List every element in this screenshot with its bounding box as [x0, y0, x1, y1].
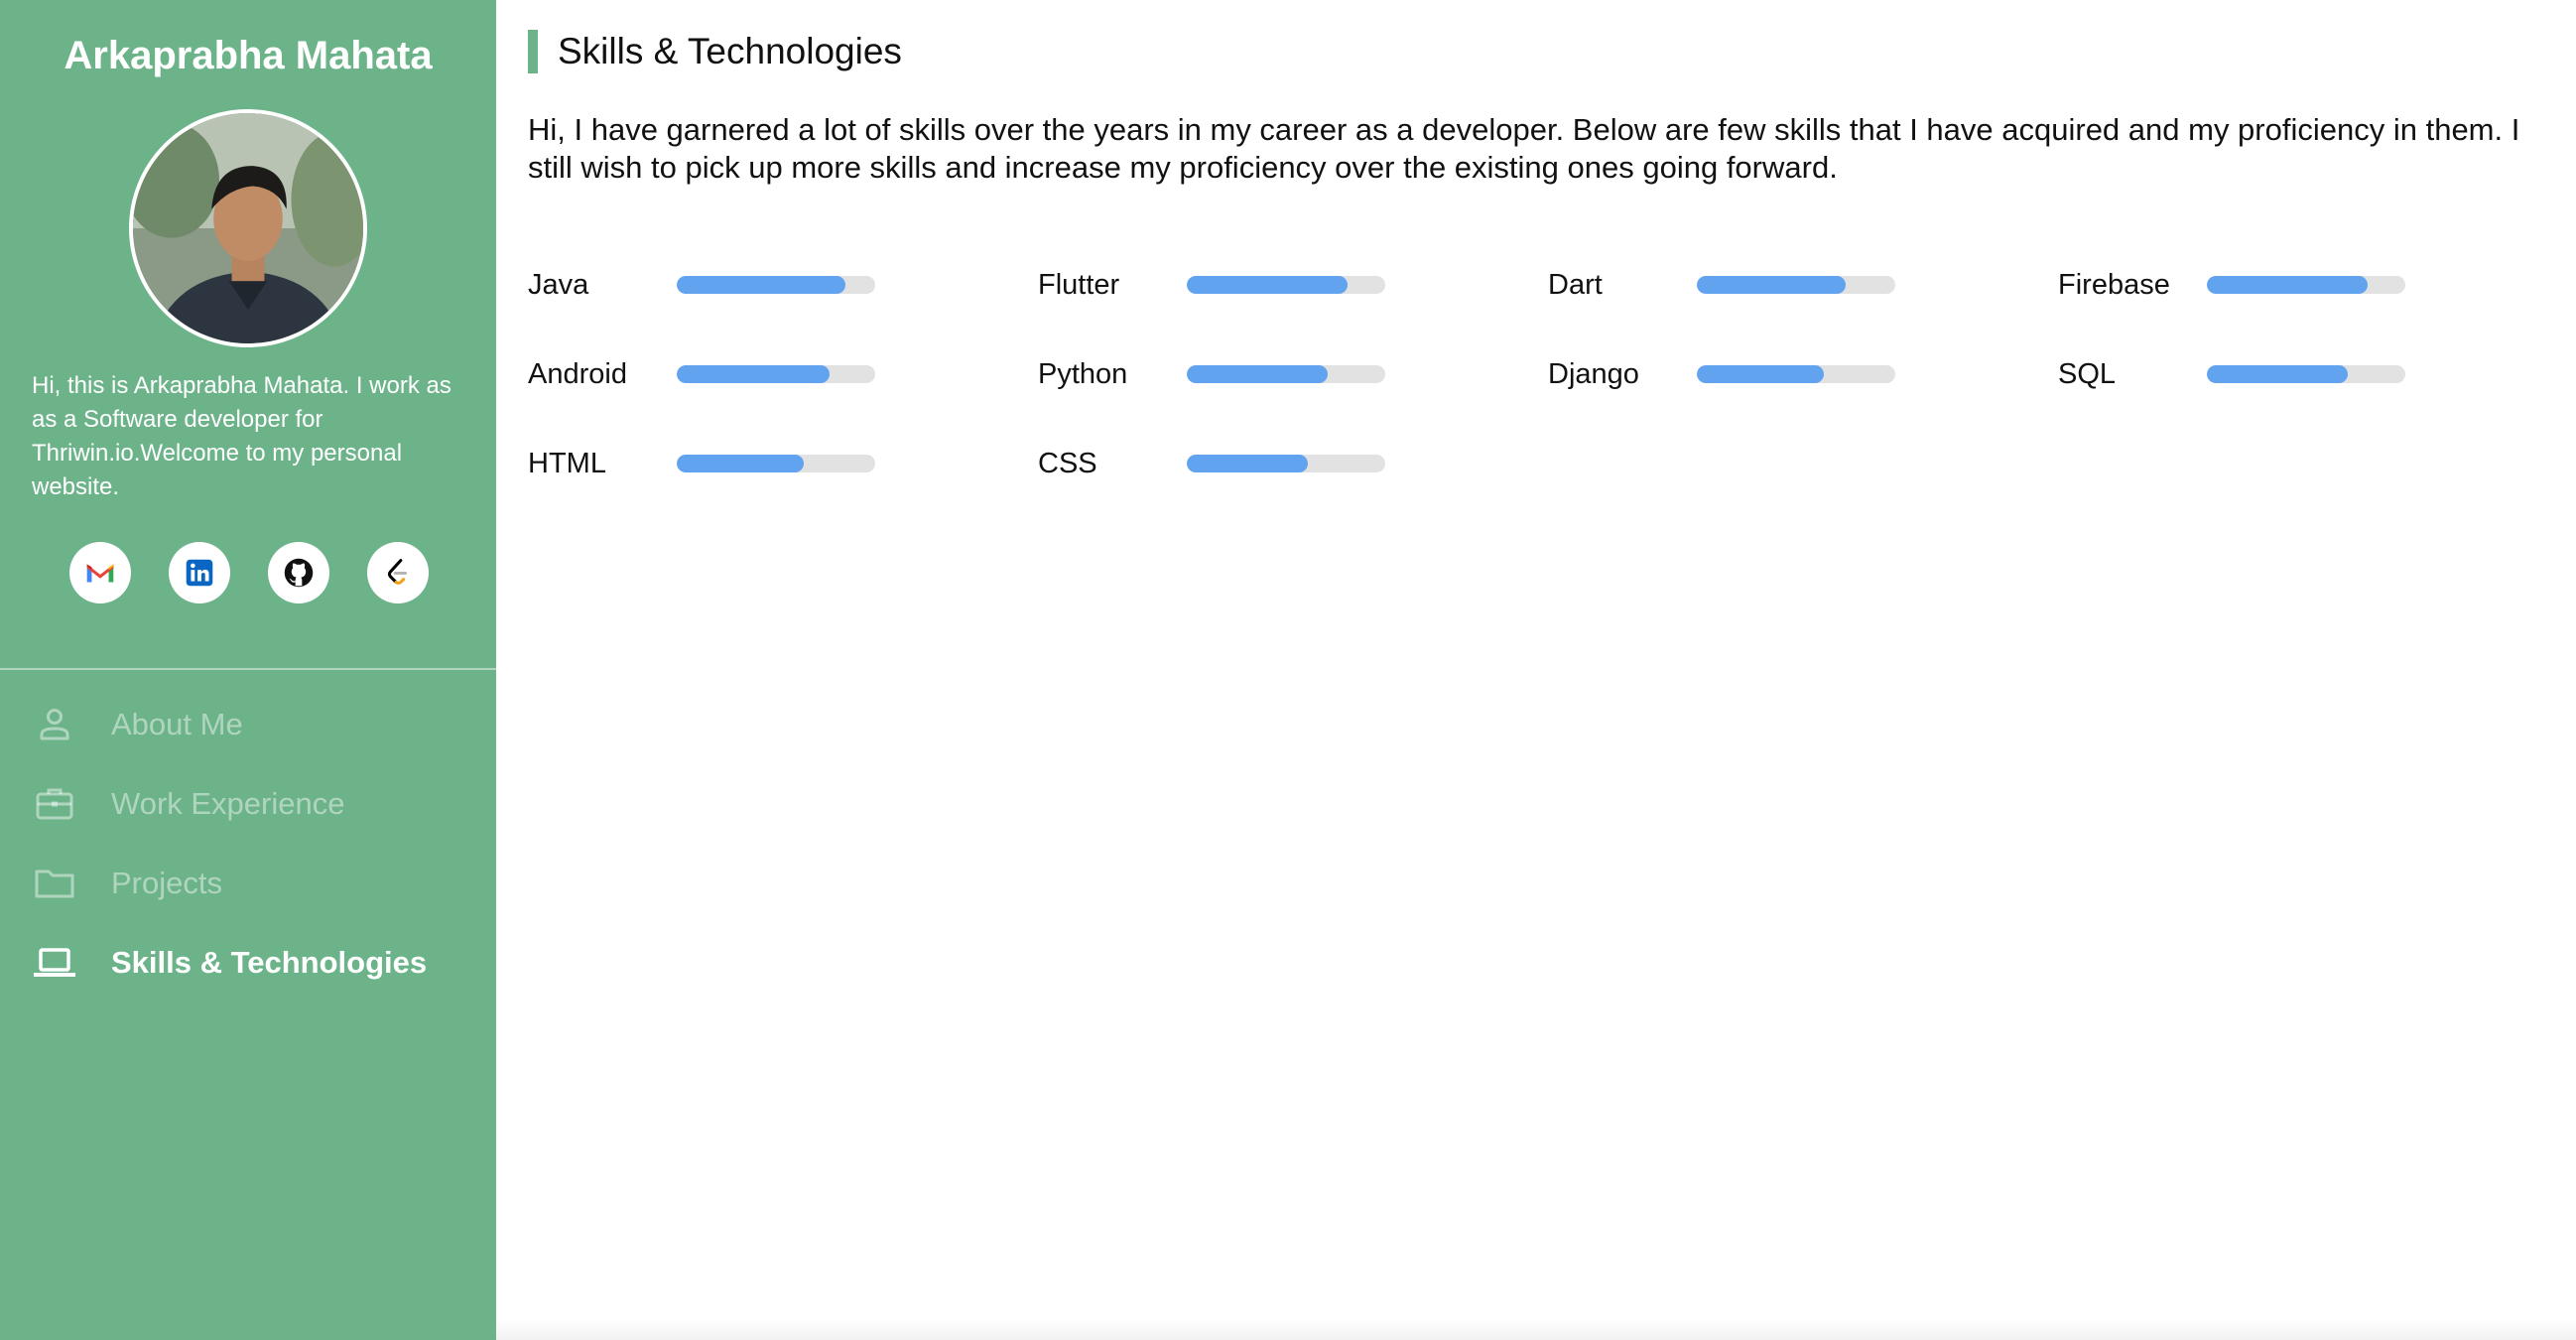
- skill-progress-track: [677, 365, 875, 383]
- bio-text: Hi, this is Arkaprabha Mahata. I work as…: [32, 372, 451, 500]
- skill-progress-fill: [1187, 455, 1308, 472]
- skill-name: Flutter: [1038, 268, 1120, 301]
- linkedin-button[interactable]: [169, 542, 230, 603]
- skill-progress-track: [677, 276, 875, 294]
- laptop-icon: [32, 940, 77, 986]
- nav-label-skills-technologies: Skills & Technologies: [111, 945, 428, 980]
- skill-name: CSS: [1038, 447, 1097, 479]
- skill-item: CSS: [1038, 445, 1548, 482]
- skill-progress-track: [1697, 365, 1895, 383]
- skill-progress-fill: [1187, 276, 1348, 294]
- intro-text: Hi, I have garnered a lot of skills over…: [528, 112, 2520, 185]
- sidebar-nav: About Me Work Experience Projects Skills…: [0, 685, 496, 1003]
- nav-label-work-experience: Work Experience: [111, 786, 345, 821]
- skill-name: Django: [1548, 357, 1639, 390]
- leetcode-button[interactable]: [367, 542, 429, 603]
- skill-progress-track: [1697, 276, 1895, 294]
- skill-progress-fill: [2207, 365, 2348, 383]
- profile-name: Arkaprabha Mahata: [64, 34, 433, 77]
- sidebar-divider: [0, 668, 496, 670]
- skill-item: Android: [528, 355, 1038, 393]
- skill-item: Dart: [1548, 266, 2058, 304]
- skill-progress-fill: [2207, 276, 2368, 294]
- skill-progress-track: [1187, 276, 1385, 294]
- skill-item: Java: [528, 266, 1038, 304]
- skill-name: Python: [1038, 357, 1128, 390]
- skill-item: Firebase: [2058, 266, 2568, 304]
- skill-progress-track: [2207, 276, 2405, 294]
- nav-label-about-me: About Me: [111, 707, 243, 741]
- avatar: [129, 109, 367, 347]
- skill-progress-fill: [677, 365, 830, 383]
- leetcode-icon: [387, 559, 408, 585]
- folder-icon: [32, 861, 77, 906]
- social-links: [69, 542, 429, 603]
- github-button[interactable]: [268, 542, 329, 603]
- nav-item-about-me[interactable]: About Me: [0, 685, 496, 764]
- skill-name: SQL: [2058, 357, 2117, 390]
- title-accent-bar: [528, 30, 538, 73]
- main-content: Skills & Technologies Hi, I have garnere…: [496, 0, 2576, 1340]
- nav-item-projects[interactable]: Projects: [0, 844, 496, 923]
- skill-item: HTML: [528, 445, 1038, 482]
- skill-progress-fill: [1697, 276, 1846, 294]
- skill-progress-fill: [677, 455, 804, 472]
- skill-item: SQL: [2058, 355, 2568, 393]
- skill-progress-fill: [677, 276, 845, 294]
- skill-name: HTML: [528, 447, 606, 479]
- skill-item: Django: [1548, 355, 2058, 393]
- skill-progress-track: [1187, 365, 1385, 383]
- briefcase-icon: [32, 781, 77, 827]
- nav-label-projects: Projects: [111, 866, 222, 900]
- bottom-shadow: [496, 1318, 2576, 1340]
- github-icon: [284, 558, 314, 588]
- skill-progress-fill: [1187, 365, 1328, 383]
- skill-name: Firebase: [2058, 268, 2170, 301]
- skill-name: Dart: [1548, 268, 1603, 301]
- skill-name: Java: [528, 268, 589, 301]
- avatar-photo: [133, 113, 363, 343]
- app-root: Arkaprabha Mahata Hi, this is Arkaprabha…: [0, 0, 2576, 1340]
- skill-name: Android: [528, 357, 627, 390]
- gmail-icon: [86, 564, 114, 583]
- skill-item: Flutter: [1038, 266, 1548, 304]
- skill-progress-fill: [1697, 365, 1824, 383]
- skill-progress-track: [2207, 365, 2405, 383]
- sidebar: Arkaprabha Mahata Hi, this is Arkaprabha…: [0, 0, 496, 1340]
- person-icon: [32, 702, 77, 747]
- skill-progress-track: [677, 455, 875, 472]
- linkedin-icon: [186, 559, 213, 587]
- skills-grid: Java Flutter Dart Firebase Android Python Djan…: [528, 266, 2568, 482]
- nav-item-skills-technologies[interactable]: Skills & Technologies: [0, 923, 496, 1003]
- gmail-button[interactable]: [69, 542, 131, 603]
- skill-item: Python: [1038, 355, 1548, 393]
- page-title: Skills & Technologies: [558, 31, 902, 71]
- nav-item-work-experience[interactable]: Work Experience: [0, 764, 496, 844]
- skill-progress-track: [1187, 455, 1385, 472]
